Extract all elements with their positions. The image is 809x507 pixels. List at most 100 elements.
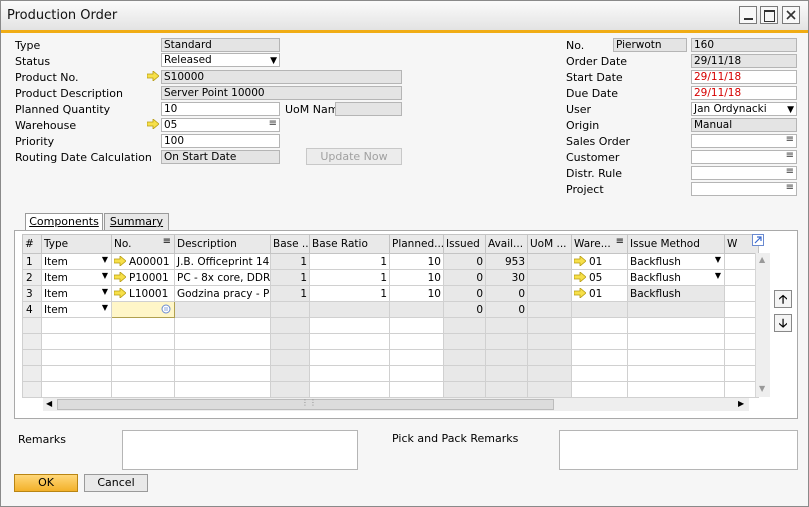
cell-base-qty[interactable]: 1 <box>270 269 310 286</box>
col-header-issue-method[interactable]: Issue Method <box>627 234 725 254</box>
row-number[interactable]: 4 <box>22 301 42 318</box>
cell-base-ratio[interactable]: 1 <box>309 269 390 286</box>
row-number[interactable]: 1 <box>22 253 42 270</box>
link-arrow-icon[interactable] <box>114 271 126 282</box>
remarks-textarea[interactable] <box>122 430 358 470</box>
cancel-button[interactable]: Cancel <box>84 474 148 492</box>
cell-description[interactable]: PC - 8x core, DDR 32 <box>174 269 271 286</box>
close-button[interactable] <box>782 6 800 24</box>
link-arrow-icon[interactable] <box>574 271 586 282</box>
ok-button[interactable]: OK <box>14 474 78 492</box>
link-arrow-icon[interactable] <box>147 71 159 81</box>
start-date-input[interactable]: 29/11/18 <box>691 70 797 84</box>
distr-rule-input[interactable]: ≡ <box>691 166 797 180</box>
cell-planned[interactable]: 10 <box>389 253 444 270</box>
cell-base-ratio[interactable] <box>309 301 390 318</box>
cell-w[interactable] <box>724 285 759 302</box>
col-header-type[interactable]: Type <box>41 234 112 254</box>
cell-base-qty[interactable] <box>270 301 310 318</box>
cell-issue-method[interactable] <box>627 301 725 318</box>
cell-no[interactable] <box>111 301 175 318</box>
col-header-no[interactable]: No. ≡ <box>111 234 175 254</box>
series-field[interactable]: Pierwotn <box>613 38 687 52</box>
dropdown-arrow-icon[interactable]: ▼ <box>715 271 721 280</box>
user-dropdown[interactable]: Jan Ordynacki ▼ <box>691 102 797 116</box>
dropdown-arrow-icon[interactable]: ▼ <box>102 271 108 280</box>
expand-icon[interactable] <box>752 234 764 246</box>
col-header-uom[interactable]: UoM ... <box>527 234 572 254</box>
scrollbar-thumb[interactable]: ⋮⋮ <box>57 398 554 410</box>
col-header-warehouse[interactable]: Ware... ≡ <box>571 234 628 254</box>
cell-description[interactable]: J.B. Officeprint 1420 <box>174 253 271 270</box>
list-icon[interactable]: ≡ <box>786 183 794 194</box>
priority-input[interactable]: 100 <box>161 134 280 148</box>
cell-type[interactable]: Item ▼ <box>41 285 112 302</box>
cell-description[interactable] <box>174 301 271 318</box>
table-row[interactable]: 2 Item▼ P10001 PC - 8x core, DDR 32 1 1 … <box>22 269 759 286</box>
link-arrow-icon[interactable] <box>147 119 159 129</box>
product-no-field[interactable]: S10000 <box>161 70 402 84</box>
cell-base-ratio[interactable]: 1 <box>309 253 390 270</box>
table-row[interactable]: 4 Item ▼ 0 0 <box>22 301 759 318</box>
scroll-down-icon[interactable]: ▼ <box>759 384 765 393</box>
status-dropdown[interactable]: Released ▼ <box>161 53 280 67</box>
minimize-button[interactable] <box>739 6 757 24</box>
dropdown-arrow-icon[interactable]: ▼ <box>715 255 721 264</box>
col-header-row-number[interactable]: # <box>22 234 42 254</box>
move-row-down-button[interactable]: 🡣 <box>774 314 792 332</box>
cell-base-qty[interactable]: 1 <box>270 285 310 302</box>
cell-planned[interactable]: 10 <box>389 269 444 286</box>
warehouse-input[interactable]: 05 ≡ <box>161 118 280 132</box>
cell-issue-method[interactable]: Backflush ▼ <box>627 269 725 286</box>
col-header-base-ratio[interactable]: Base Ratio <box>309 234 390 254</box>
table-row[interactable]: 1 Item▼ A00001 J.B. Officeprint 1420 1 1… <box>22 253 759 270</box>
cell-base-ratio[interactable]: 1 <box>309 285 390 302</box>
cell-w[interactable] <box>724 301 759 318</box>
project-input[interactable]: ≡ <box>691 182 797 196</box>
cell-type[interactable]: Item ▼ <box>41 253 112 270</box>
table-row[interactable]: 3 Item▼ L10001 Godzina pracy - Proc 1 1 … <box>22 285 759 302</box>
grid-vertical-scrollbar[interactable]: ▲ ▼ <box>755 253 770 397</box>
cell-w[interactable] <box>724 269 759 286</box>
planned-quantity-input[interactable]: 10 <box>161 102 280 116</box>
choose-from-list-icon[interactable] <box>161 304 171 314</box>
due-date-input[interactable]: 29/11/18 <box>691 86 797 100</box>
cell-planned[interactable]: 10 <box>389 285 444 302</box>
grid-horizontal-scrollbar[interactable]: ◀ ⋮⋮ ▶ <box>43 398 749 411</box>
cell-type[interactable]: Item ▼ <box>41 301 112 318</box>
move-row-up-button[interactable]: 🡡 <box>774 290 792 308</box>
link-arrow-icon[interactable] <box>114 255 126 266</box>
cell-description[interactable]: Godzina pracy - Proc <box>174 285 271 302</box>
col-header-base-qty[interactable]: Base ... <box>270 234 310 254</box>
cell-warehouse[interactable]: 01 <box>571 253 628 270</box>
scroll-left-icon[interactable]: ◀ <box>46 399 52 408</box>
col-header-issued[interactable]: Issued <box>443 234 486 254</box>
pick-pack-remarks-textarea[interactable] <box>559 430 798 470</box>
link-arrow-icon[interactable] <box>574 287 586 298</box>
cell-w[interactable] <box>724 253 759 270</box>
cell-warehouse[interactable]: 01 <box>571 285 628 302</box>
cell-no[interactable]: A00001 <box>111 253 175 270</box>
cell-issue-method[interactable]: Backflush ▼ <box>627 253 725 270</box>
customer-input[interactable]: ≡ <box>691 150 797 164</box>
maximize-button[interactable] <box>760 6 778 24</box>
tab-components[interactable]: Components <box>25 213 103 231</box>
list-icon[interactable]: ≡ <box>269 119 277 130</box>
cell-planned[interactable] <box>389 301 444 318</box>
col-header-description[interactable]: Description <box>174 234 271 254</box>
update-now-button[interactable]: Update Now <box>306 148 402 165</box>
tab-summary[interactable]: Summary <box>104 213 169 230</box>
dropdown-arrow-icon[interactable]: ▼ <box>102 255 108 264</box>
cell-warehouse[interactable] <box>571 301 628 318</box>
link-arrow-icon[interactable] <box>574 255 586 266</box>
row-number[interactable]: 2 <box>22 269 42 286</box>
cell-warehouse[interactable]: 05 <box>571 269 628 286</box>
list-icon[interactable]: ≡ <box>786 151 794 162</box>
list-icon[interactable]: ≡ <box>786 167 794 178</box>
scroll-up-icon[interactable]: ▲ <box>759 255 765 264</box>
dropdown-arrow-icon[interactable]: ▼ <box>102 287 108 296</box>
cell-issue-method[interactable]: Backflush <box>627 285 725 302</box>
cell-no[interactable]: P10001 <box>111 269 175 286</box>
list-icon[interactable]: ≡ <box>786 135 794 146</box>
sales-order-input[interactable]: ≡ <box>691 134 797 148</box>
